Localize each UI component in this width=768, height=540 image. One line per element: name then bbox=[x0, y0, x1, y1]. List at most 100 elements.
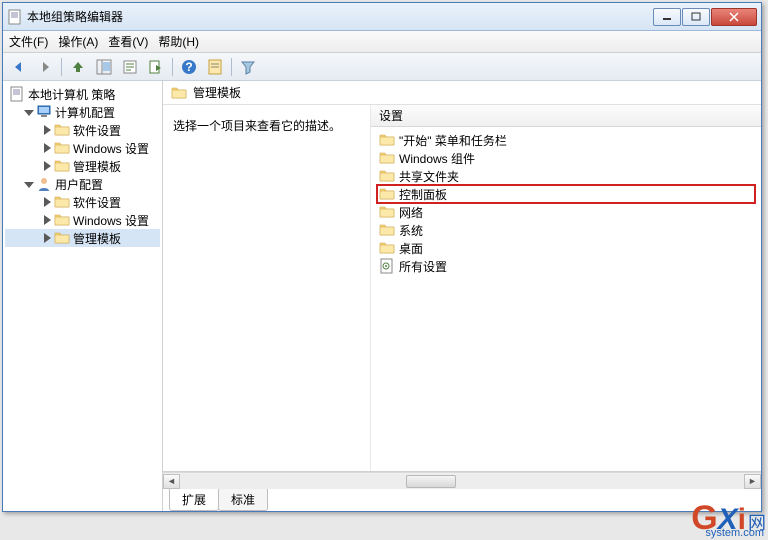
folder-icon bbox=[54, 212, 70, 228]
tree-item[interactable]: 软件设置 bbox=[5, 121, 160, 139]
tree-user-config[interactable]: 用户配置 bbox=[5, 175, 160, 193]
expand-icon[interactable] bbox=[41, 125, 52, 136]
list-column-header[interactable]: 设置 bbox=[371, 105, 761, 127]
list-item[interactable]: 系统 bbox=[377, 221, 755, 239]
toolbar-separator bbox=[172, 58, 173, 76]
tree-pane[interactable]: 本地计算机 策略 计算机配置 软件设置 Windows 设置 管理模板 用户配置… bbox=[3, 81, 163, 511]
tab-extended[interactable]: 扩展 bbox=[169, 489, 219, 511]
tree-root[interactable]: 本地计算机 策略 bbox=[5, 85, 160, 103]
folder-icon bbox=[54, 122, 70, 138]
folder-icon bbox=[54, 140, 70, 156]
list-item[interactable]: 桌面 bbox=[377, 239, 755, 257]
expand-icon[interactable] bbox=[41, 143, 52, 154]
folder-icon bbox=[379, 186, 395, 202]
menubar: 文件(F) 操作(A) 查看(V) 帮助(H) bbox=[3, 31, 761, 53]
maximize-button[interactable] bbox=[682, 8, 710, 26]
folder-icon bbox=[171, 85, 187, 101]
collapse-icon[interactable] bbox=[23, 179, 34, 190]
folder-icon bbox=[54, 194, 70, 210]
scroll-thumb[interactable] bbox=[406, 475, 456, 488]
back-button[interactable] bbox=[7, 56, 31, 78]
list-item[interactable]: Windows 组件 bbox=[377, 149, 755, 167]
folder-icon bbox=[379, 222, 395, 238]
tree-label: 管理模板 bbox=[73, 230, 121, 247]
list-item-label: 桌面 bbox=[399, 240, 423, 257]
tree-label: 软件设置 bbox=[73, 122, 121, 139]
options-button[interactable] bbox=[203, 56, 227, 78]
breadcrumb: 管理模板 bbox=[163, 81, 761, 105]
description-pane: 选择一个项目来查看它的描述。 bbox=[163, 105, 371, 471]
minimize-button[interactable] bbox=[653, 8, 681, 26]
export-button[interactable] bbox=[144, 56, 168, 78]
tree-computer-config[interactable]: 计算机配置 bbox=[5, 103, 160, 121]
folder-icon bbox=[54, 158, 70, 174]
menu-file[interactable]: 文件(F) bbox=[9, 33, 48, 50]
main-body: 选择一个项目来查看它的描述。 设置 "开始" 菜单和任务栏 Windows 组件… bbox=[163, 105, 761, 472]
tree-label: 管理模板 bbox=[73, 158, 121, 175]
doc-icon bbox=[9, 86, 25, 102]
properties-button[interactable] bbox=[118, 56, 142, 78]
column-setting: 设置 bbox=[379, 107, 403, 124]
list-pane: 设置 "开始" 菜单和任务栏 Windows 组件 共享文件夹 控制面板 网络 … bbox=[371, 105, 761, 471]
list-item-label: "开始" 菜单和任务栏 bbox=[399, 132, 507, 149]
toolbar-separator bbox=[231, 58, 232, 76]
scroll-left-button[interactable]: ◄ bbox=[163, 474, 180, 489]
scroll-right-button[interactable]: ► bbox=[744, 474, 761, 489]
tree-item[interactable]: Windows 设置 bbox=[5, 139, 160, 157]
list-item-label: 所有设置 bbox=[399, 258, 447, 275]
scroll-track[interactable] bbox=[180, 474, 744, 489]
help-button[interactable] bbox=[177, 56, 201, 78]
window-title: 本地组策略编辑器 bbox=[27, 8, 653, 25]
tab-standard[interactable]: 标准 bbox=[218, 489, 268, 511]
expand-icon[interactable] bbox=[41, 161, 52, 172]
folder-icon bbox=[379, 168, 395, 184]
tree-label: Windows 设置 bbox=[73, 140, 149, 157]
tree-label: 软件设置 bbox=[73, 194, 121, 211]
list-item-label: 控制面板 bbox=[399, 186, 447, 203]
list-item[interactable]: 所有设置 bbox=[377, 257, 755, 275]
list-item-label: 系统 bbox=[399, 222, 423, 239]
tree-label: Windows 设置 bbox=[73, 212, 149, 229]
main-pane: 管理模板 选择一个项目来查看它的描述。 设置 "开始" 菜单和任务栏 Windo… bbox=[163, 81, 761, 511]
expand-icon[interactable] bbox=[41, 197, 52, 208]
computer-icon bbox=[36, 104, 52, 120]
view-tabs: 扩展 标准 bbox=[163, 489, 761, 511]
list-item[interactable]: 共享文件夹 bbox=[377, 167, 755, 185]
horizontal-scrollbar[interactable]: ◄ ► bbox=[163, 472, 761, 489]
show-tree-button[interactable] bbox=[92, 56, 116, 78]
toolbar-separator bbox=[61, 58, 62, 76]
description-hint: 选择一个项目来查看它的描述。 bbox=[173, 117, 360, 134]
tree-item[interactable]: 软件设置 bbox=[5, 193, 160, 211]
tree-item[interactable]: Windows 设置 bbox=[5, 211, 160, 229]
list-item-label: 网络 bbox=[399, 204, 423, 221]
list-items: "开始" 菜单和任务栏 Windows 组件 共享文件夹 控制面板 网络 系统 … bbox=[371, 127, 761, 279]
list-item[interactable]: "开始" 菜单和任务栏 bbox=[377, 131, 755, 149]
up-button[interactable] bbox=[66, 56, 90, 78]
menu-action[interactable]: 操作(A) bbox=[58, 33, 98, 50]
expand-icon[interactable] bbox=[41, 233, 52, 244]
user-icon bbox=[36, 176, 52, 192]
list-item-label: 共享文件夹 bbox=[399, 168, 459, 185]
tree-label: 计算机配置 bbox=[55, 104, 115, 121]
settings-icon bbox=[379, 258, 395, 274]
toolbar bbox=[3, 53, 761, 81]
tree-item[interactable]: 管理模板 bbox=[5, 157, 160, 175]
expand-icon[interactable] bbox=[41, 215, 52, 226]
forward-button[interactable] bbox=[33, 56, 57, 78]
list-item[interactable]: 控制面板 bbox=[377, 185, 755, 203]
collapse-icon[interactable] bbox=[23, 107, 34, 118]
content-area: 本地计算机 策略 计算机配置 软件设置 Windows 设置 管理模板 用户配置… bbox=[3, 81, 761, 511]
filter-button[interactable] bbox=[236, 56, 260, 78]
menu-view[interactable]: 查看(V) bbox=[108, 33, 148, 50]
tree-item[interactable]: 管理模板 bbox=[5, 229, 160, 247]
folder-icon bbox=[379, 204, 395, 220]
close-button[interactable] bbox=[711, 8, 757, 26]
list-item[interactable]: 网络 bbox=[377, 203, 755, 221]
tree-label: 用户配置 bbox=[55, 176, 103, 193]
folder-icon bbox=[54, 230, 70, 246]
menu-help[interactable]: 帮助(H) bbox=[158, 33, 199, 50]
titlebar[interactable]: 本地组策略编辑器 bbox=[3, 3, 761, 31]
tree-label: 本地计算机 策略 bbox=[28, 86, 115, 103]
watermark: GXi网 system.com bbox=[691, 499, 766, 538]
folder-icon bbox=[379, 132, 395, 148]
